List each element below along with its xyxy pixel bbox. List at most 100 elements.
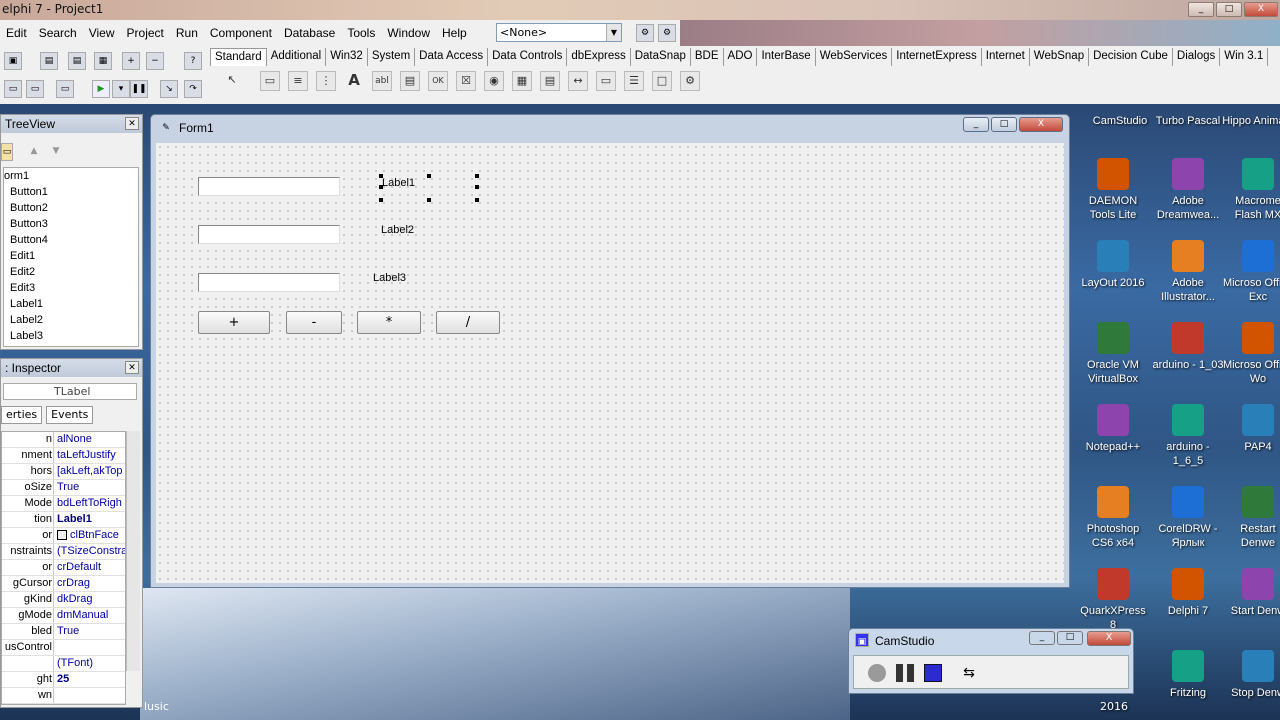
property-row[interactable]: Mode bdLeftToRigh	[2, 496, 125, 512]
menu-run[interactable]: Run	[170, 26, 204, 40]
property-value[interactable]: [akLeft,akTop	[54, 464, 125, 479]
close-button[interactable]: X	[1019, 117, 1063, 132]
tab-decision-cube[interactable]: Decision Cube	[1089, 48, 1173, 66]
property-value[interactable]: clBtnFace	[54, 528, 125, 543]
tab-standard[interactable]: Standard	[210, 48, 267, 66]
tree-item[interactable]: Edit1	[4, 248, 138, 264]
desktop-shortcut[interactable]: QuarkXPress 8	[1077, 568, 1149, 632]
property-value[interactable]: crDefault	[54, 560, 125, 575]
minimize-button[interactable]: _	[1029, 631, 1055, 645]
radiogroup-icon[interactable]: ☰	[624, 71, 644, 91]
listbox-icon[interactable]: ▦	[512, 71, 532, 91]
step-over-icon[interactable]: ↷	[184, 80, 202, 98]
property-value[interactable]: dmManual	[54, 608, 125, 623]
tree-item[interactable]: Edit2	[4, 264, 138, 280]
property-value[interactable]: taLeftJustify	[54, 448, 125, 463]
property-value[interactable]: True	[54, 624, 125, 639]
tab-websnap[interactable]: WebSnap	[1030, 48, 1090, 66]
tab-data-access[interactable]: Data Access	[415, 48, 489, 66]
selection-handle[interactable]	[475, 174, 479, 178]
property-value[interactable]: (TSizeConstra	[54, 544, 125, 559]
menu-project[interactable]: Project	[121, 26, 170, 40]
chevron-down-icon[interactable]: ▼	[606, 24, 621, 41]
desktop-shortcut[interactable]: Microso Office Wo	[1222, 322, 1280, 386]
menu-database[interactable]: Database	[278, 26, 341, 40]
run-icon[interactable]: ▶	[92, 80, 110, 98]
desktop-shortcut[interactable]: Start Denw	[1222, 568, 1280, 618]
desktop-shortcut[interactable]: Adobe Illustrator...	[1152, 240, 1224, 304]
stop-icon[interactable]	[924, 664, 942, 682]
minus-button[interactable]: -	[286, 311, 342, 334]
property-row[interactable]: ght 25	[2, 672, 125, 688]
panel-icon[interactable]: □	[652, 71, 672, 91]
desktop-shortcut[interactable]: CorelDRW - Ярлык	[1152, 486, 1224, 550]
property-row[interactable]: (TFont)	[2, 656, 125, 672]
property-row[interactable]: bled True	[2, 624, 125, 640]
checkbox-icon[interactable]: ☒	[456, 71, 476, 91]
tree-item[interactable]: Button4	[4, 232, 138, 248]
save-all-icon[interactable]: ▤	[68, 52, 86, 70]
tree-item[interactable]: Button2	[4, 200, 138, 216]
open-project-icon[interactable]: ▦	[94, 52, 112, 70]
pause-icon[interactable]: ❚❚	[130, 80, 148, 98]
form-design-surface[interactable]: Label1 Label2 Label3 + - * /	[156, 143, 1064, 583]
tab-system[interactable]: System	[368, 48, 416, 66]
desktop-shortcut[interactable]: Fritzing	[1152, 650, 1224, 700]
property-value[interactable]	[54, 688, 125, 703]
property-row[interactable]: or clBtnFace	[2, 528, 125, 544]
tree-item[interactable]: Label1	[4, 296, 138, 312]
button-component-icon[interactable]: OK	[428, 71, 448, 91]
tree-item[interactable]: Label3	[4, 328, 138, 344]
selection-handle[interactable]	[379, 198, 383, 202]
property-row[interactable]: tion Label1	[2, 512, 125, 528]
close-button[interactable]: X	[1087, 631, 1131, 646]
tab-internet[interactable]: Internet	[982, 48, 1030, 66]
desktop-shortcut[interactable]: Delphi 7	[1152, 568, 1224, 618]
property-row[interactable]: gCursor crDrag	[2, 576, 125, 592]
desktop-shortcut[interactable]: arduino - 1_03	[1152, 322, 1224, 372]
settings-icon[interactable]: ⇆	[960, 664, 978, 682]
debug-desktop-icon[interactable]: ⚙	[658, 24, 676, 42]
tab-datasnap[interactable]: DataSnap	[631, 48, 691, 66]
minimize-button[interactable]: _	[963, 117, 989, 132]
tab-win31[interactable]: Win 3.1	[1220, 48, 1269, 66]
desktop-shortcut[interactable]: arduino - 1_6_5	[1152, 404, 1224, 468]
desktop-shortcut[interactable]: Adobe Dreamwea...	[1152, 158, 1224, 222]
selection-handle[interactable]	[475, 185, 479, 189]
property-value[interactable]: 25	[54, 672, 125, 687]
label1[interactable]: Label1	[382, 177, 415, 189]
property-row[interactable]: oSize True	[2, 480, 125, 496]
property-value[interactable]	[54, 640, 125, 655]
inspector-object-combo[interactable]: TLabel	[3, 383, 137, 400]
memo-icon[interactable]: ▤	[400, 71, 420, 91]
tree-item[interactable]: orm1	[4, 168, 138, 184]
mainmenu-icon[interactable]: ≡	[288, 71, 308, 91]
close-icon[interactable]: ✕	[125, 361, 139, 374]
radiobutton-icon[interactable]: ◉	[484, 71, 504, 91]
edit-component-icon[interactable]: abl	[372, 71, 392, 91]
pointer-icon[interactable]: ↖	[222, 71, 242, 91]
view-unit-icon[interactable]: ▭	[26, 80, 44, 98]
close-button[interactable]: X	[1244, 2, 1278, 17]
multiply-button[interactable]: *	[357, 311, 421, 334]
tab-properties[interactable]: erties	[1, 406, 43, 424]
desktop-shortcut[interactable]: Notepad++	[1077, 404, 1149, 454]
property-value[interactable]: crDrag	[54, 576, 125, 591]
scrollbar-icon[interactable]: ↔	[568, 71, 588, 91]
selection-handle[interactable]	[427, 174, 431, 178]
menu-search[interactable]: Search	[33, 26, 83, 40]
property-value[interactable]: alNone	[54, 432, 125, 447]
menu-tools[interactable]: Tools	[341, 26, 381, 40]
save-desktop-icon[interactable]: ⚙	[636, 24, 654, 42]
edit2-field[interactable]	[198, 225, 340, 244]
trace-into-icon[interactable]: ↘	[160, 80, 178, 98]
save-icon[interactable]: ▤	[40, 52, 58, 70]
label3[interactable]: Label3	[373, 272, 406, 284]
property-row[interactable]: hors [akLeft,akTop	[2, 464, 125, 480]
actionlist-icon[interactable]: ⚙	[680, 71, 700, 91]
label2[interactable]: Label2	[381, 224, 414, 236]
property-row[interactable]: nment taLeftJustify	[2, 448, 125, 464]
tab-dialogs[interactable]: Dialogs	[1173, 48, 1221, 66]
menu-help[interactable]: Help	[436, 26, 473, 40]
toggle-form-icon[interactable]: ▭	[4, 80, 22, 98]
